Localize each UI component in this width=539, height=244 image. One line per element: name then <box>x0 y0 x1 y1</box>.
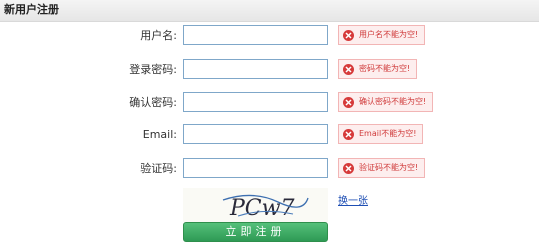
username-input[interactable] <box>183 25 328 45</box>
captcha-label: 验证码: <box>140 162 177 175</box>
error-x-circle-icon <box>343 128 354 140</box>
password-input[interactable] <box>183 59 328 79</box>
form-header: 新用户注册 <box>0 0 539 22</box>
captcha-row: 验证码: 验证码不能为空! <box>0 158 539 180</box>
register-button[interactable]: 立即注册 <box>183 222 328 242</box>
error-x-circle-icon <box>343 29 354 41</box>
error-x-circle-icon <box>343 162 354 174</box>
page-title: 新用户注册 <box>4 3 59 16</box>
username-label: 用户名: <box>140 29 177 42</box>
username-error-message: 用户名不能为空! <box>359 30 419 39</box>
email-label: Email: <box>142 128 177 141</box>
password-row: 登录密码: 密码不能为空! <box>0 59 539 81</box>
captcha-image[interactable]: PCw7 <box>183 188 328 222</box>
password-error-message: 密码不能为空! <box>359 64 411 73</box>
captcha-text: PCw7 <box>229 196 294 221</box>
username-row: 用户名: 用户名不能为空! <box>0 25 539 47</box>
confirm-password-label: 确认密码: <box>129 96 177 109</box>
email-error-message: Email不能为空! <box>359 129 417 138</box>
error-x-circle-icon <box>343 96 354 108</box>
email-row: Email: Email不能为空! <box>0 124 539 146</box>
email-input[interactable] <box>183 124 328 144</box>
change-captcha-link[interactable]: 换一张 <box>338 196 368 208</box>
password-label: 登录密码: <box>129 63 177 76</box>
confirm-password-row: 确认密码: 确认密码不能为空! <box>0 92 539 114</box>
confirm-password-error: 确认密码不能为空! <box>338 92 434 112</box>
username-error: 用户名不能为空! <box>338 25 426 45</box>
error-x-circle-icon <box>343 63 354 75</box>
captcha-error-message: 验证码不能为空! <box>359 163 419 172</box>
email-error: Email不能为空! <box>338 124 424 144</box>
confirm-password-error-message: 确认密码不能为空! <box>359 97 427 106</box>
captcha-input[interactable] <box>183 158 328 178</box>
confirm-password-input[interactable] <box>183 92 328 112</box>
captcha-error: 验证码不能为空! <box>338 158 426 178</box>
password-error: 密码不能为空! <box>338 59 418 79</box>
